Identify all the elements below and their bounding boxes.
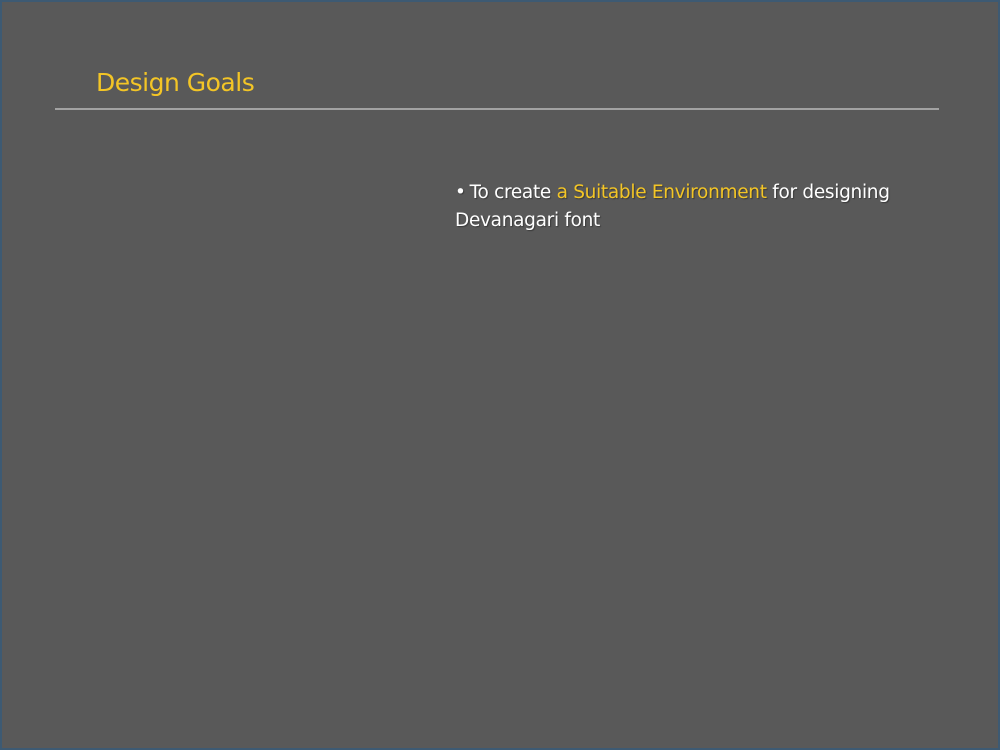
title-divider bbox=[55, 108, 939, 110]
bullet-text-highlight: a Suitable Environment bbox=[556, 182, 767, 203]
bullet-marker: • bbox=[455, 182, 466, 203]
slide-title: Design Goals bbox=[96, 68, 255, 97]
bullet-item: • To create a Suitable Environment for de… bbox=[455, 179, 915, 235]
slide: Design Goals • To create a Suitable Envir… bbox=[2, 2, 998, 748]
bullet-text-before: To create bbox=[469, 182, 557, 203]
